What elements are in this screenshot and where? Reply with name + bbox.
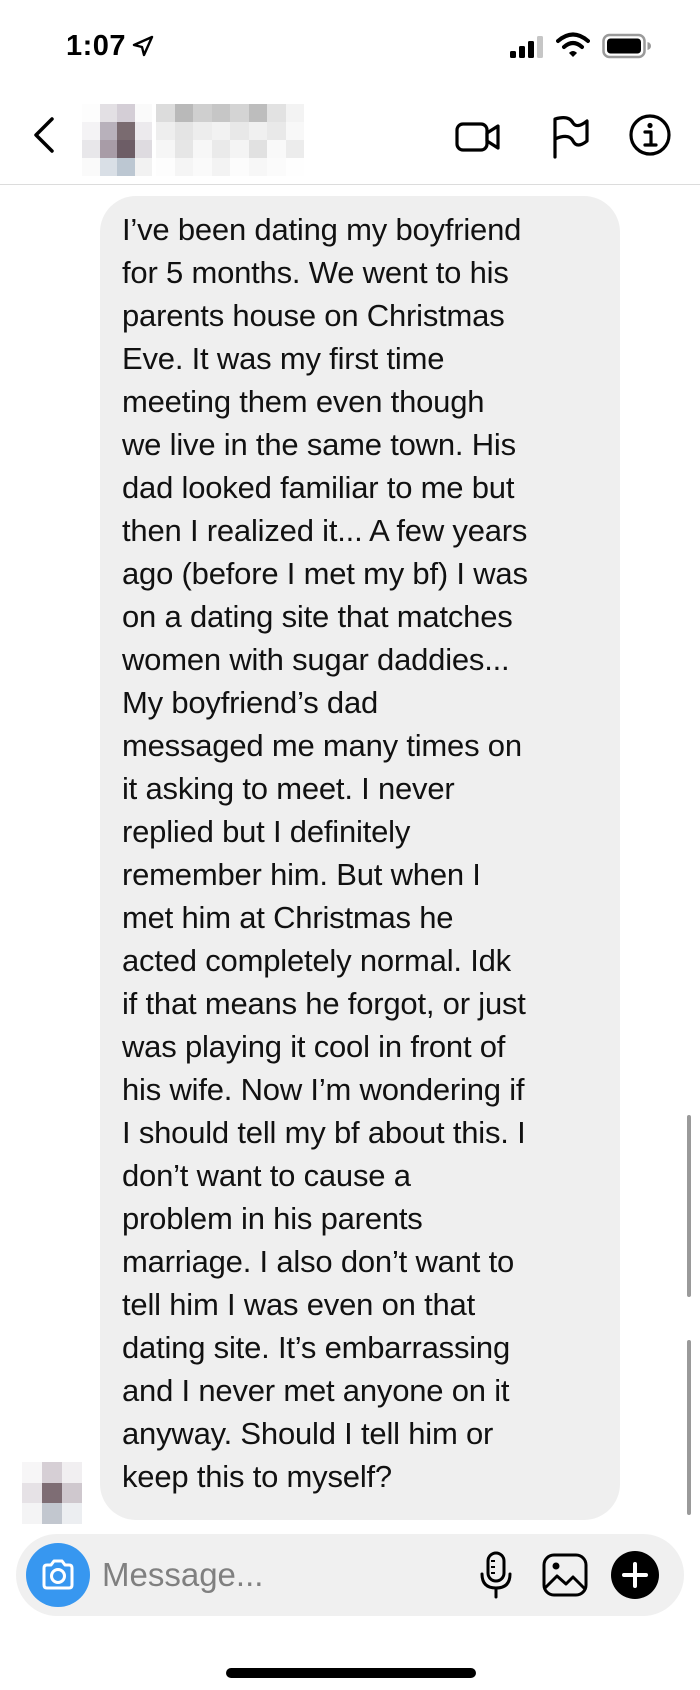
message-composer xyxy=(16,1534,684,1616)
plus-icon[interactable] xyxy=(610,1550,660,1600)
flag-icon[interactable] xyxy=(549,113,591,159)
back-chevron-icon[interactable] xyxy=(26,113,66,157)
microphone-icon[interactable] xyxy=(478,1550,514,1600)
conversation-header xyxy=(0,95,700,185)
wifi-icon xyxy=(556,32,590,57)
contact-name-blurred[interactable] xyxy=(156,104,304,176)
camera-icon xyxy=(42,1559,74,1590)
info-icon[interactable] xyxy=(628,113,672,157)
location-arrow-icon xyxy=(132,35,154,57)
home-indicator[interactable] xyxy=(226,1668,476,1678)
scroll-thumb[interactable] xyxy=(687,1115,691,1297)
scrollbar[interactable] xyxy=(687,1115,691,1515)
status-bar: 1:07 xyxy=(0,0,700,95)
status-time: 1:07 xyxy=(66,30,127,62)
sender-avatar[interactable] xyxy=(22,1462,82,1524)
signal-icon xyxy=(510,36,543,58)
battery-icon xyxy=(602,33,651,59)
video-call-icon[interactable] xyxy=(455,117,501,157)
camera-button[interactable] xyxy=(26,1543,90,1607)
message-input[interactable] xyxy=(102,1550,432,1600)
message-text: I’ve been dating my boyfriend for 5 mont… xyxy=(122,212,528,1494)
contact-avatar[interactable] xyxy=(82,104,152,176)
scroll-thumb-secondary xyxy=(687,1340,691,1515)
gallery-icon[interactable] xyxy=(541,1552,589,1598)
